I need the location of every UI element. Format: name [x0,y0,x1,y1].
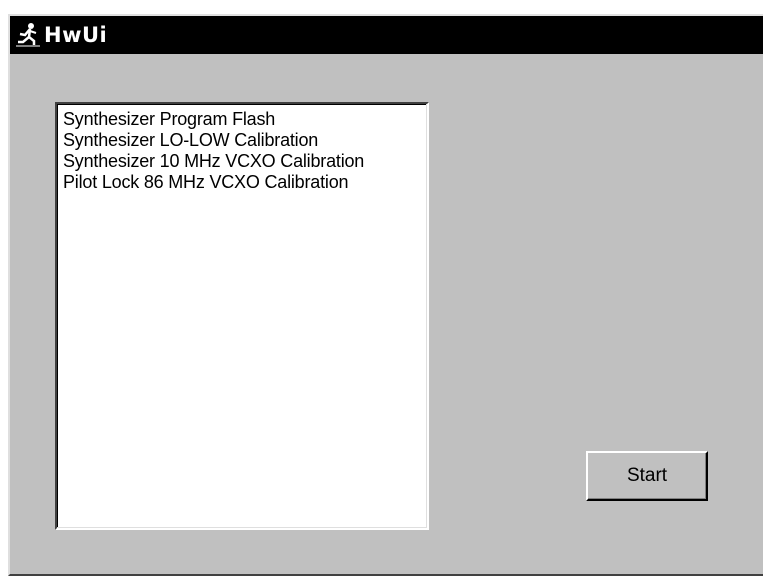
title-bar[interactable]: HwUi [10,16,763,54]
list-item[interactable]: Synthesizer 10 MHz VCXO Calibration [57,151,427,172]
list-item[interactable]: Synthesizer LO-LOW Calibration [57,130,427,151]
list-item[interactable]: Synthesizer Program Flash [57,109,427,130]
list-item[interactable]: Pilot Lock 86 MHz VCXO Calibration [57,172,427,193]
window-title: HwUi [44,23,108,47]
running-figure-icon [14,21,42,49]
task-listbox[interactable]: Synthesizer Program Flash Synthesizer LO… [55,102,429,530]
start-button[interactable]: Start [586,451,708,501]
app-window: HwUi Synthesizer Program Flash Synthesiz… [8,14,763,576]
